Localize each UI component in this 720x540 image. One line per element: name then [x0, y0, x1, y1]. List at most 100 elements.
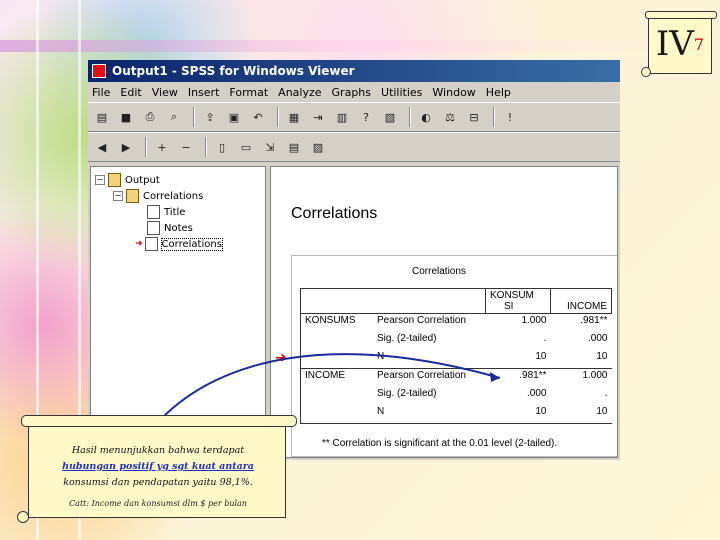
- scroll-curl: [645, 11, 717, 19]
- tree-label: Correlations: [143, 190, 204, 202]
- cell-value: 1.000: [485, 313, 551, 332]
- tree-node-notes[interactable]: Notes: [147, 221, 193, 235]
- tree-label: Notes: [164, 222, 193, 234]
- weight-cases-icon[interactable]: ⚖: [440, 107, 460, 127]
- goto-case-icon[interactable]: ⇥: [308, 107, 328, 127]
- tree-node-correlations[interactable]: − Correlations: [113, 189, 203, 203]
- row-stat: N: [377, 351, 385, 362]
- scroll-curl: [641, 67, 651, 77]
- scroll-curl: [17, 511, 29, 523]
- table-row: KONSUMS Pearson Correlation 1.000 .981**: [300, 313, 612, 332]
- table-icon: [144, 237, 158, 251]
- toolbar-separator: [493, 107, 495, 127]
- tree-node-output[interactable]: − Output: [95, 173, 160, 187]
- app-icon: [92, 64, 106, 78]
- insert-heading-icon[interactable]: ⇲: [260, 137, 280, 157]
- hide-icon[interactable]: ▭: [236, 137, 256, 157]
- print-icon[interactable]: ⎙: [140, 107, 160, 127]
- tree-node-title[interactable]: Title: [147, 205, 185, 219]
- table-title: Correlations: [412, 266, 466, 277]
- cell-value: 10: [485, 405, 551, 424]
- row-var: [300, 350, 373, 369]
- forward-arrow-icon[interactable]: ▶: [116, 137, 136, 157]
- window-titlebar[interactable]: Output1 - SPSS for Windows Viewer: [88, 60, 620, 82]
- menu-analyze[interactable]: Analyze: [274, 86, 327, 99]
- cell-value: 10: [535, 351, 547, 362]
- row-var: [300, 332, 373, 350]
- menu-help[interactable]: Help: [482, 86, 517, 99]
- cell-value: 10: [550, 405, 612, 424]
- export-icon[interactable]: ⇪: [200, 107, 220, 127]
- variables-icon[interactable]: ▥: [332, 107, 352, 127]
- menu-window[interactable]: Window: [428, 86, 481, 99]
- tree-node-correlations-table[interactable]: ➜ Correlations: [135, 237, 223, 251]
- show-icon[interactable]: ▯: [212, 137, 232, 157]
- script-icon[interactable]: !: [500, 107, 520, 127]
- scroll-curl: [21, 415, 297, 427]
- menu-graphs[interactable]: Graphs: [328, 86, 377, 99]
- insert-title-icon[interactable]: ▤: [284, 137, 304, 157]
- cell-value: .000: [588, 333, 608, 344]
- find-icon[interactable]: ?: [356, 107, 376, 127]
- window-title: Output1 - SPSS for Windows Viewer: [112, 64, 355, 78]
- menu-file[interactable]: File: [88, 86, 116, 99]
- current-item-arrow-icon: ➜: [135, 239, 143, 249]
- expand-icon[interactable]: +: [152, 137, 172, 157]
- annotation-highlight: hubungan positif yg sgt kuat antara: [62, 461, 254, 472]
- collapse-icon[interactable]: −: [176, 137, 196, 157]
- row-var: [300, 387, 373, 405]
- column-header-konsum: KONSUM SI: [485, 288, 551, 314]
- table-row: N 10 10: [300, 405, 612, 424]
- badge-sub: 7: [693, 34, 705, 54]
- menu-insert[interactable]: Insert: [184, 86, 226, 99]
- cell-value: 10: [596, 351, 608, 362]
- back-arrow-icon[interactable]: ◀: [92, 137, 112, 157]
- table-row: INCOME Pearson Correlation .981** 1.000: [300, 368, 612, 387]
- output-content-pane: Correlations Correlations KONSUM SI INCOM…: [270, 166, 618, 458]
- print-preview-icon[interactable]: ⌕: [164, 107, 184, 127]
- annotation-line: Hasil menunjukkan bahwa terdapat: [71, 445, 245, 456]
- cell-value: .981**: [485, 368, 551, 387]
- menu-edit[interactable]: Edit: [116, 86, 147, 99]
- insert-cases-icon[interactable]: ▧: [380, 107, 400, 127]
- row-stat: Sig. (2-tailed): [377, 333, 437, 344]
- column-header-income: INCOME: [550, 288, 612, 314]
- table-row: N 10 10: [300, 350, 612, 369]
- tree-label: Output: [125, 174, 160, 186]
- open-icon[interactable]: ▤: [92, 107, 112, 127]
- outline-toolbar: ◀ ▶ + − ▯ ▭ ⇲ ▤ ▨: [88, 132, 620, 162]
- toolbar-separator: [277, 107, 279, 127]
- folder-icon: [108, 173, 121, 187]
- insert-text-icon[interactable]: ▨: [308, 137, 328, 157]
- menu-view[interactable]: View: [148, 86, 184, 99]
- row-var: INCOME: [300, 368, 373, 387]
- row-stat: Pearson Correlation: [373, 313, 486, 332]
- recall-dialog-icon[interactable]: ▣: [224, 107, 244, 127]
- split-file-icon[interactable]: ◐: [416, 107, 436, 127]
- row-stat: N: [373, 405, 486, 424]
- toolbar-separator: [145, 137, 147, 157]
- toolbar-separator: [409, 107, 411, 127]
- table-row: Sig. (2-tailed) . .000: [300, 332, 612, 350]
- select-cases-icon[interactable]: ⊟: [464, 107, 484, 127]
- row-stat: Pearson Correlation: [373, 368, 486, 387]
- document-icon: [147, 205, 160, 219]
- menu-format[interactable]: Format: [225, 86, 274, 99]
- goto-data-icon[interactable]: ▦: [284, 107, 304, 127]
- collapse-icon[interactable]: −: [113, 191, 123, 201]
- menu-utilities[interactable]: Utilities: [377, 86, 428, 99]
- collapse-icon[interactable]: −: [95, 175, 105, 185]
- decorative-stripe: [0, 40, 720, 52]
- cell-value: .000: [527, 388, 547, 399]
- undo-icon[interactable]: ↶: [248, 107, 268, 127]
- row-var: KONSUMS: [300, 313, 373, 332]
- pivot-table[interactable]: Correlations KONSUM SI INCOME KONSUMS Pea…: [291, 255, 617, 457]
- cell-value: .: [543, 333, 547, 344]
- toolbar-separator: [205, 137, 207, 157]
- cell-value: .981**: [550, 313, 612, 332]
- folder-icon: [126, 189, 139, 203]
- save-icon[interactable]: ■: [116, 107, 136, 127]
- row-stat: Sig. (2-tailed): [377, 388, 437, 399]
- row-var: [300, 405, 373, 424]
- tree-label: Title: [164, 206, 186, 218]
